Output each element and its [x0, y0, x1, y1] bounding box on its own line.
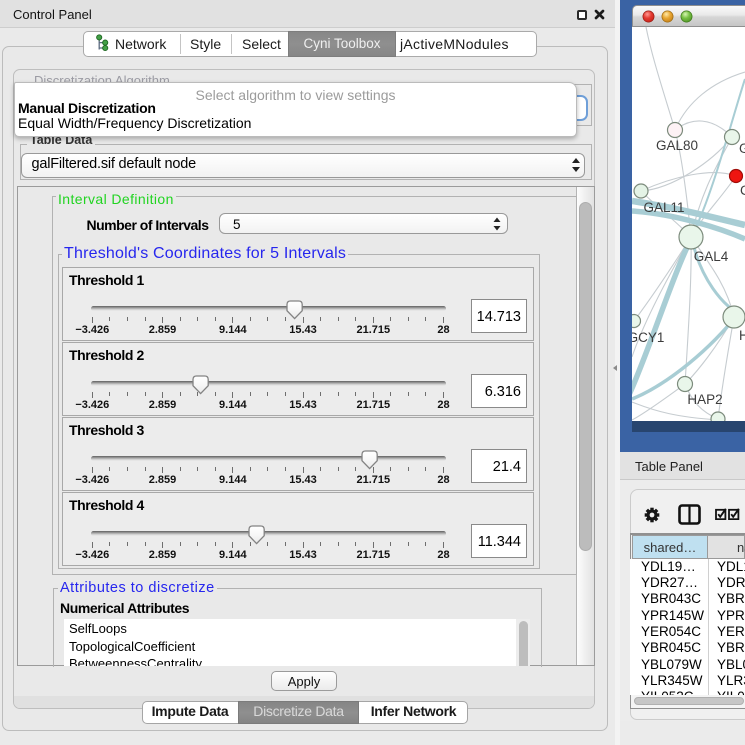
svg-text:GAL: GAL [739, 141, 745, 156]
svg-text:C: C [740, 183, 745, 198]
svg-text:GAL80: GAL80 [656, 138, 698, 153]
svg-text:H: H [739, 328, 745, 343]
svg-text:GAL4: GAL4 [694, 249, 729, 264]
svg-text:GAL11: GAL11 [643, 200, 684, 215]
svg-text:GCY1: GCY1 [632, 330, 664, 345]
svg-text:HAP2: HAP2 [687, 392, 722, 407]
